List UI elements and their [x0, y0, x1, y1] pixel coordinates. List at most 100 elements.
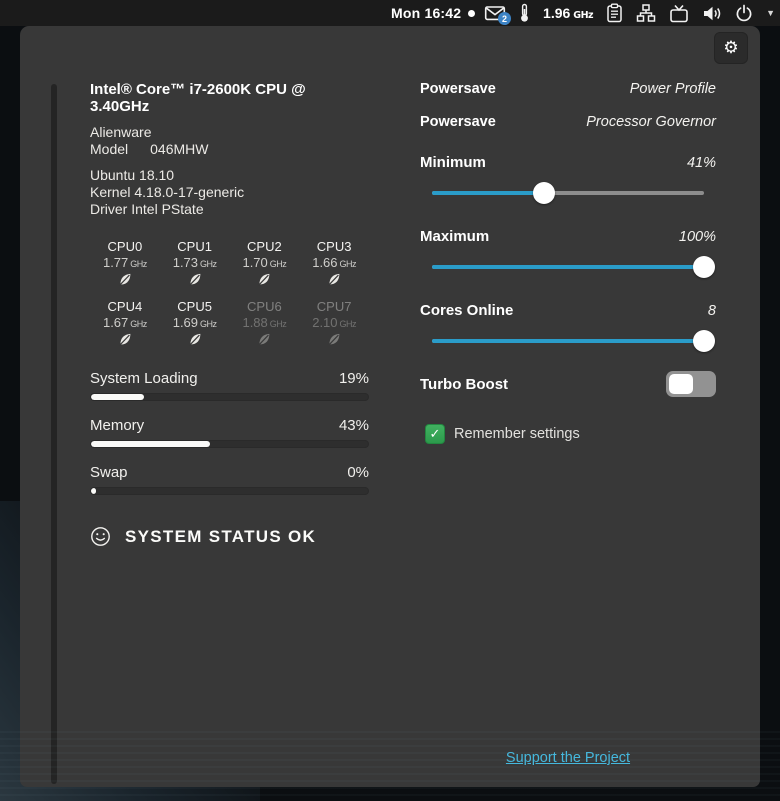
model-label: Model — [90, 141, 129, 157]
turbo-boost-label: Turbo Boost — [420, 375, 509, 393]
eco-leaf-icon — [328, 333, 340, 346]
toggle-knob — [669, 374, 693, 394]
cpu-core-cell: CPU4 1.67 GHz — [90, 297, 160, 354]
cores-online-slider[interactable] — [432, 330, 715, 352]
vendor-block: Alienware Model 046MHW — [90, 124, 369, 158]
cpu-core-frequency: 1.73 GHz — [172, 255, 217, 270]
meter-value: 43% — [338, 417, 369, 434]
cpu-core-cell-offline: CPU6 1.88 GHz — [230, 297, 300, 354]
meter-value: 0% — [347, 464, 369, 481]
smiley-icon — [91, 527, 110, 546]
power-tray-item[interactable] — [735, 4, 753, 22]
os-block: Ubuntu 18.10 Kernel 4.18.0-17-generic Dr… — [90, 167, 369, 218]
meter-label: System Loading — [90, 370, 198, 387]
cpu-model-title: Intel® Core™ i7-2600K CPU @ 3.40GHz — [90, 81, 306, 115]
remember-settings-row: ✓ Remember settings — [420, 424, 716, 444]
cpupower-window: ⚙ Intel® Core™ i7-2600K CPU @ 3.40GHz Al… — [20, 26, 760, 787]
progress-track — [90, 393, 369, 401]
gear-icon: ⚙ — [723, 38, 739, 57]
cpu-core-cell: CPU1 1.73 GHz — [160, 237, 230, 294]
cpu-core-name: CPU4 — [107, 299, 143, 314]
eco-leaf-icon — [258, 273, 270, 286]
kernel-version: Kernel 4.18.0-17-generic — [90, 184, 245, 200]
eco-leaf-icon — [119, 273, 131, 286]
maximum-slider-group: Maximum 100% — [420, 228, 716, 278]
settings-button[interactable]: ⚙ — [714, 32, 748, 64]
memory-meter: Memory 43% — [90, 417, 369, 448]
cpu-core-name: CPU7 — [316, 299, 352, 314]
cpu-core-cell: CPU3 1.66 GHz — [299, 237, 369, 294]
cpu-core-cell: CPU0 1.77 GHz — [90, 237, 160, 294]
model-number: 046MHW — [150, 141, 209, 157]
slider-handle[interactable] — [693, 330, 715, 352]
cpu-core-frequency: 1.88 GHz — [242, 315, 287, 330]
cpu-core-frequency: 1.69 GHz — [172, 315, 217, 330]
cores-online-value: 8 — [707, 303, 716, 319]
top-panel: Mon 16:42 2 1.96 GHz ▼ — [0, 0, 780, 26]
driver-name: Driver Intel PState — [90, 201, 204, 217]
footer: Support the Project — [420, 749, 716, 767]
cpu-core-name: CPU2 — [247, 239, 282, 254]
cpu-core-name: CPU6 — [247, 299, 282, 314]
power-profile-value: Powersave — [420, 81, 496, 97]
cpu-core-cell-offline: CPU7 2.10 GHz — [299, 297, 369, 354]
slider-handle[interactable] — [693, 256, 715, 278]
turbo-boost-toggle[interactable] — [666, 371, 716, 397]
slider-fill — [432, 339, 704, 343]
frequency-unit: GHz — [573, 10, 594, 21]
eco-leaf-icon — [328, 273, 340, 286]
clock-label: Mon 16:42 — [391, 5, 462, 21]
frequency-value: 1.96 — [543, 5, 571, 21]
cpu-core-frequency: 1.70 GHz — [242, 255, 287, 270]
processor-governor-value: Powersave — [420, 114, 496, 130]
minimum-value: 41% — [686, 155, 716, 171]
meter-label: Memory — [90, 417, 145, 434]
progress-fill — [91, 394, 144, 400]
support-project-link[interactable]: Support the Project — [506, 750, 630, 766]
chevron-down-icon[interactable]: ▼ — [766, 8, 775, 18]
desktop: Mon 16:42 2 1.96 GHz ▼ ⚙ Intel® Core™ i7… — [0, 0, 780, 801]
swap-meter: Swap 0% — [90, 464, 369, 495]
model-line: Model 046MHW — [90, 141, 369, 158]
cores-online-slider-group: Cores Online 8 — [420, 302, 716, 352]
processor-governor-label: Processor Governor — [586, 114, 716, 130]
clipboard-icon — [607, 3, 622, 23]
progress-track — [90, 440, 369, 448]
cpu-core-cell: CPU2 1.70 GHz — [230, 237, 300, 294]
minimum-slider-group: Minimum 41% — [420, 154, 716, 204]
remember-settings-checkbox[interactable]: ✓ — [425, 424, 445, 444]
minimum-slider[interactable] — [432, 182, 704, 204]
tv-icon — [670, 4, 688, 22]
system-tray: 2 1.96 GHz ▼ — [484, 0, 775, 26]
hierarchy-icon — [636, 4, 656, 22]
status-message: SYSTEM STATUS OK — [125, 526, 317, 546]
cpu-frequency-tray-item[interactable]: 1.96 GHz — [543, 5, 594, 21]
maximum-value: 100% — [678, 229, 716, 245]
messages-tray-item[interactable]: 2 — [484, 4, 512, 25]
cpu-core-name: CPU0 — [107, 239, 143, 254]
cpu-core-name: CPU3 — [316, 239, 352, 254]
cpu-core-frequency: 1.67 GHz — [102, 315, 147, 330]
tv-tray-item[interactable] — [669, 4, 689, 23]
network-tree-tray-item[interactable] — [636, 4, 656, 22]
slider-fill — [432, 265, 704, 269]
cpu-core-grid: CPU0 1.77 GHz CPU1 1.73 GHz CPU2 1.70 GHz C… — [90, 237, 369, 354]
os-version: Ubuntu 18.10 — [90, 167, 175, 183]
clock-menu[interactable]: Mon 16:42 — [391, 0, 476, 26]
power-profile-row[interactable]: Powersave Power Profile — [420, 81, 716, 97]
power-settings-panel: Powersave Power Profile Powersave Proces… — [420, 81, 716, 444]
maximum-slider[interactable] — [432, 256, 715, 278]
temperature-tray-item[interactable] — [519, 3, 530, 23]
volume-tray-item[interactable] — [702, 5, 722, 22]
checkmark-icon: ✓ — [429, 426, 441, 441]
slider-handle[interactable] — [532, 182, 555, 204]
cpu-core-name: CPU5 — [177, 299, 212, 314]
cpu-core-cell: CPU5 1.69 GHz — [160, 297, 230, 354]
clipboard-tray-item[interactable] — [606, 3, 623, 23]
vertical-scrollbar[interactable] — [51, 84, 57, 784]
cpu-core-frequency: 1.77 GHz — [102, 255, 147, 270]
progress-fill — [91, 488, 96, 494]
system-status: SYSTEM STATUS OK — [90, 526, 369, 547]
eco-leaf-icon — [258, 333, 270, 346]
processor-governor-row[interactable]: Powersave Processor Governor — [420, 114, 716, 130]
